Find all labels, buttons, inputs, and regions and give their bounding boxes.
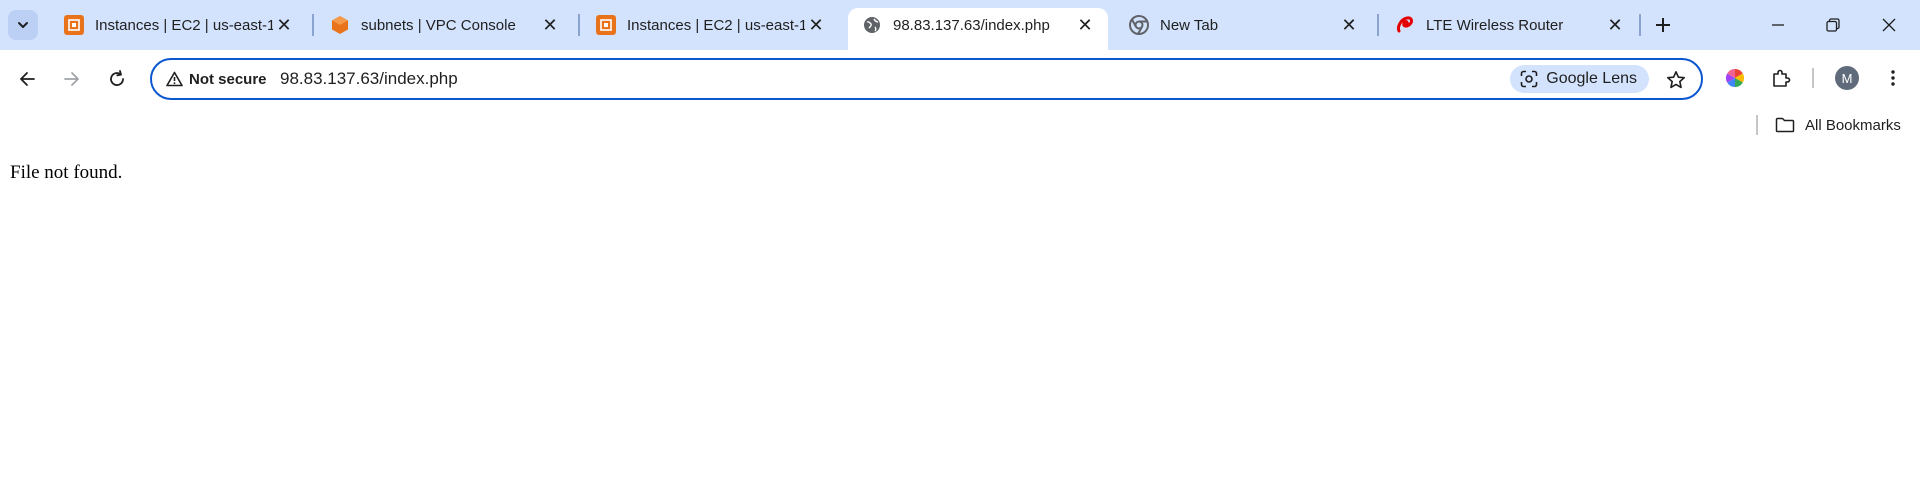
- tab-divider: [578, 14, 580, 36]
- color-extension-button[interactable]: [1719, 62, 1751, 94]
- tab-active-index-php[interactable]: 98.83.137.63/index.php ✕: [848, 8, 1108, 50]
- forward-button[interactable]: [54, 61, 90, 97]
- aws-vpc-icon: [330, 15, 350, 35]
- tab-title: Instances | EC2 | us-east-1: [95, 16, 273, 34]
- google-lens-icon: [1520, 70, 1538, 88]
- google-lens-label: Google Lens: [1546, 70, 1637, 87]
- security-label: Not secure: [189, 70, 267, 88]
- tab-ec2-instances-2[interactable]: Instances | EC2 | us-east-1 ✕: [582, 8, 839, 42]
- arrow-left-icon: [20, 72, 35, 86]
- puzzle-icon: [1773, 69, 1791, 87]
- reload-icon: [110, 70, 124, 86]
- arrow-right-icon: [64, 72, 79, 86]
- star-icon: [1667, 71, 1685, 89]
- close-window-button[interactable]: [1866, 0, 1912, 50]
- aws-ec2-icon: [596, 15, 616, 35]
- all-bookmarks-button[interactable]: All Bookmarks: [1775, 114, 1901, 136]
- folder-icon: [1775, 117, 1795, 133]
- airtel-icon: [1395, 15, 1415, 35]
- tab-title: New Tab: [1160, 16, 1219, 34]
- close-icon[interactable]: ✕: [805, 14, 827, 36]
- bookmark-star-button[interactable]: [1663, 67, 1689, 93]
- profile-button[interactable]: M: [1831, 62, 1863, 94]
- minimize-button[interactable]: [1755, 0, 1801, 50]
- minimize-icon: [1772, 24, 1784, 26]
- close-icon[interactable]: ✕: [1074, 14, 1096, 36]
- chrome-icon: [1129, 15, 1149, 35]
- tab-search-button[interactable]: [8, 10, 38, 40]
- new-tab-button[interactable]: [1648, 10, 1678, 40]
- bookmarks-divider: [1756, 115, 1758, 135]
- tab-divider: [1639, 14, 1641, 36]
- close-icon[interactable]: ✕: [1338, 14, 1360, 36]
- extensions-button[interactable]: [1765, 62, 1797, 94]
- restore-button[interactable]: [1810, 0, 1856, 50]
- plus-icon: [1656, 18, 1670, 32]
- tab-strip: Instances | EC2 | us-east-1 ✕ subnets | …: [0, 0, 1920, 50]
- color-wheel-icon: [1725, 69, 1745, 87]
- chevron-down-icon: [18, 22, 28, 28]
- warning-icon: [166, 71, 183, 87]
- tab-new-tab[interactable]: New Tab ✕: [1115, 8, 1372, 42]
- more-vert-icon: [1891, 70, 1895, 86]
- close-window-icon: [1882, 18, 1896, 32]
- toolbar-divider: [1812, 68, 1814, 88]
- tab-title: 98.83.137.63/index.php: [893, 16, 1050, 34]
- tab-divider: [312, 14, 314, 36]
- page-message: File not found.: [10, 162, 123, 183]
- globe-icon: [862, 15, 882, 35]
- tab-lte-router[interactable]: LTE Wireless Router ✕: [1381, 8, 1638, 42]
- url-text[interactable]: 98.83.137.63/index.php: [280, 69, 458, 89]
- close-icon[interactable]: ✕: [539, 14, 561, 36]
- close-icon[interactable]: ✕: [273, 14, 295, 36]
- google-lens-button[interactable]: Google Lens: [1510, 65, 1649, 93]
- tab-vpc-subnets[interactable]: subnets | VPC Console ✕: [316, 8, 573, 42]
- tab-ec2-instances-1[interactable]: Instances | EC2 | us-east-1 ✕: [50, 8, 307, 42]
- all-bookmarks-label: All Bookmarks: [1805, 116, 1901, 134]
- close-icon[interactable]: ✕: [1604, 14, 1626, 36]
- tab-title: LTE Wireless Router: [1426, 16, 1564, 34]
- back-button[interactable]: [9, 61, 45, 97]
- restore-icon: [1826, 18, 1840, 32]
- tab-title: subnets | VPC Console: [361, 16, 516, 34]
- security-chip[interactable]: Not secure: [160, 66, 273, 92]
- aws-ec2-icon: [64, 15, 84, 35]
- avatar: M: [1835, 66, 1859, 90]
- tab-title: Instances | EC2 | us-east-1: [627, 16, 805, 34]
- address-bar[interactable]: Not secure 98.83.137.63/index.php Google…: [150, 58, 1703, 100]
- reload-button[interactable]: [99, 61, 135, 97]
- menu-button[interactable]: [1877, 62, 1909, 94]
- tab-divider: [1377, 14, 1379, 36]
